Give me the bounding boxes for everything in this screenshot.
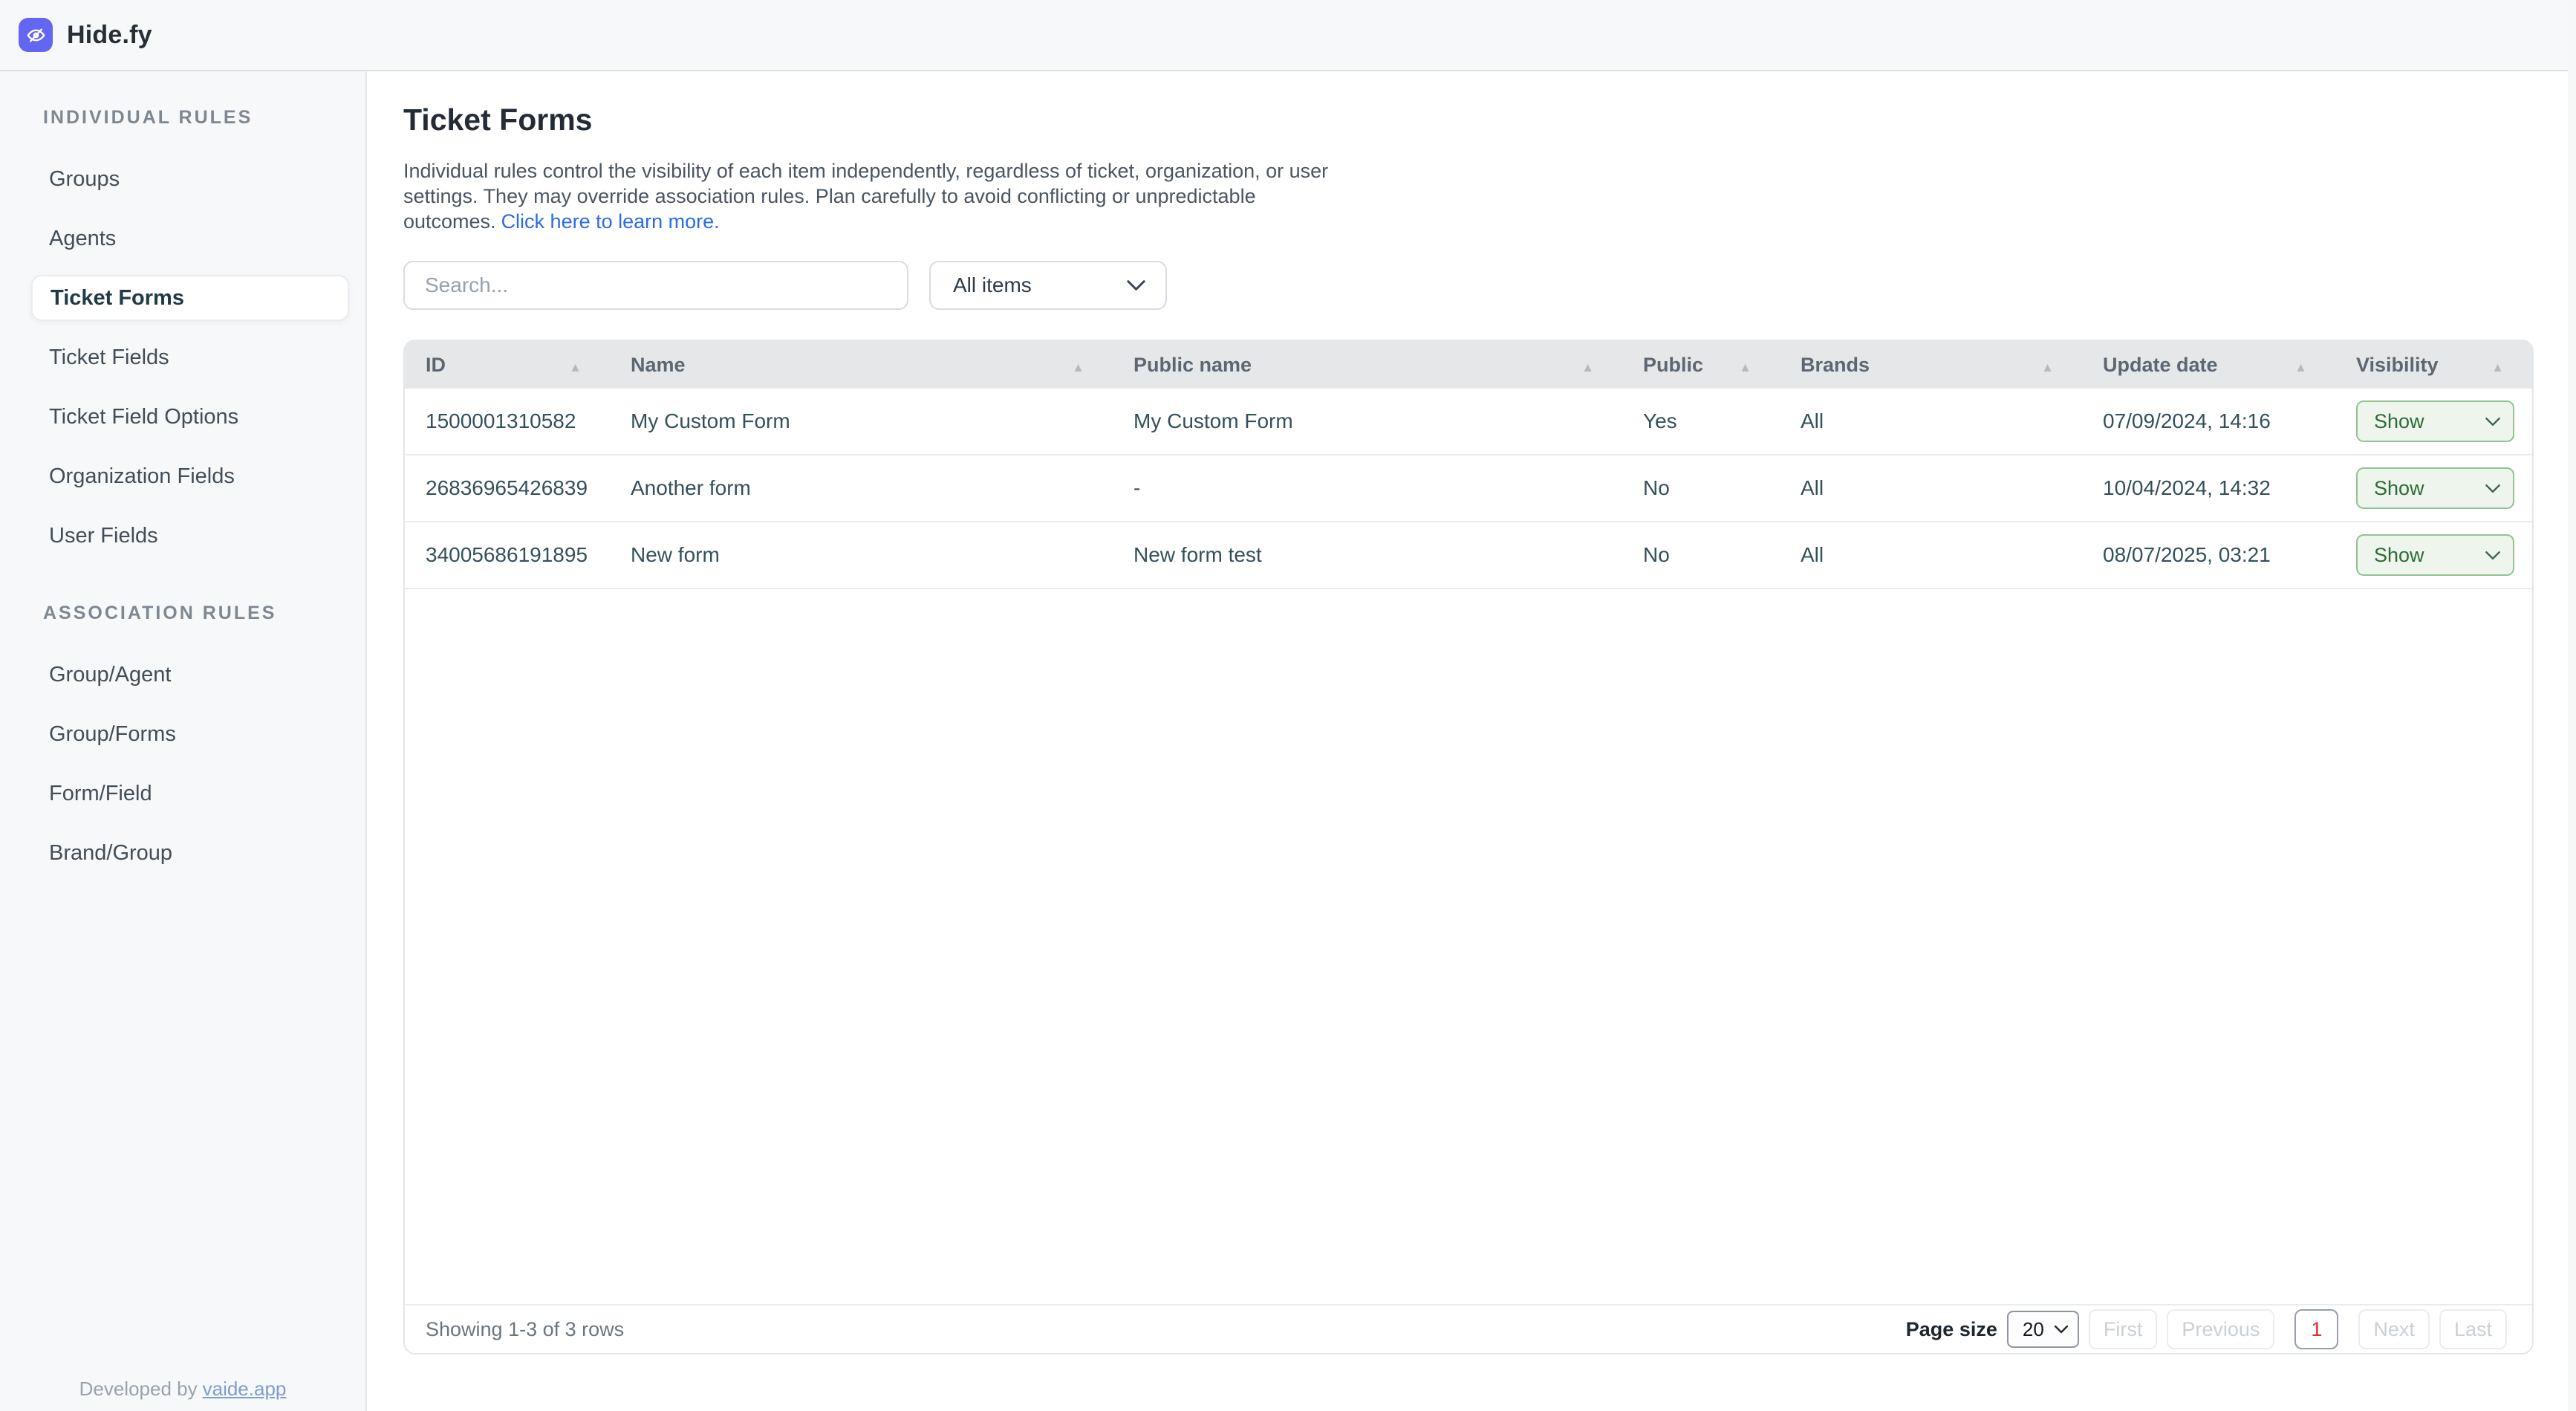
cell-name: Another form xyxy=(610,476,1113,500)
search-input[interactable] xyxy=(403,261,908,310)
cell-public: Yes xyxy=(1622,409,1780,433)
cell-public-name: My Custom Form xyxy=(1113,409,1622,433)
sidebar-item-agents[interactable]: Agents xyxy=(0,209,365,268)
column-header-id[interactable]: ID xyxy=(405,341,610,389)
table-header-row: ID Name Public name Public Brands Update… xyxy=(405,341,2532,389)
cell-id: 26836965426839 xyxy=(405,476,610,500)
cell-brands: All xyxy=(1780,409,2082,433)
section-title-individual-rules: INDIVIDUAL RULES xyxy=(43,107,365,129)
cell-brands: All xyxy=(1780,543,2082,567)
sort-asc-icon xyxy=(1072,354,1084,377)
column-header-visibility[interactable]: Visibility xyxy=(2335,341,2532,389)
eye-off-icon xyxy=(26,25,46,45)
table-controls: All items xyxy=(403,261,2534,310)
chevron-down-icon xyxy=(2485,484,2501,493)
visibility-select[interactable]: Show xyxy=(2356,534,2514,576)
column-header-public-name[interactable]: Public name xyxy=(1113,341,1622,389)
column-header-name[interactable]: Name xyxy=(610,341,1113,389)
column-header-update-date[interactable]: Update date xyxy=(2082,341,2335,389)
sort-asc-icon xyxy=(2041,354,2054,377)
ticket-forms-table: ID Name Public name Public Brands Update… xyxy=(403,340,2534,1355)
sort-asc-icon xyxy=(569,354,582,377)
cell-id: 34005686191895 xyxy=(405,543,610,567)
cell-public-name: New form test xyxy=(1113,543,1622,567)
rows-count-text: Showing 1-3 of 3 rows xyxy=(426,1318,624,1341)
column-header-public[interactable]: Public xyxy=(1622,341,1780,389)
table-empty-space xyxy=(405,589,2532,1304)
sidebar-item-user-fields[interactable]: User Fields xyxy=(0,506,365,565)
page-size-label: Page size xyxy=(1906,1318,1997,1341)
cell-id: 1500001310582 xyxy=(405,409,610,433)
section-title-association-rules: ASSOCIATION RULES xyxy=(43,603,365,624)
cell-public-name: - xyxy=(1113,476,1622,500)
sidebar-item-group-forms[interactable]: Group/Forms xyxy=(0,704,365,764)
app-title: Hide.fy xyxy=(67,21,152,50)
cell-public: No xyxy=(1622,476,1780,500)
items-filter-value: All items xyxy=(953,273,1032,297)
pagination: Page size 20 First Previous 1 Next Last xyxy=(1906,1309,2507,1349)
cell-update-date: 07/09/2024, 14:16 xyxy=(2082,409,2335,433)
visibility-select[interactable]: Show xyxy=(2356,400,2514,442)
table-row: 34005686191895 New form New form test No… xyxy=(405,522,2532,589)
table-footer: Showing 1-3 of 3 rows Page size 20 First… xyxy=(405,1304,2532,1353)
column-header-brands[interactable]: Brands xyxy=(1780,341,2082,389)
cell-visibility: Show xyxy=(2335,534,2532,576)
scrollbar-track[interactable] xyxy=(2568,0,2576,1411)
current-page-button[interactable]: 1 xyxy=(2294,1309,2338,1349)
vaide-app-link[interactable]: vaide.app xyxy=(203,1378,287,1400)
page-description: Individual rules control the visibility … xyxy=(403,158,2534,234)
chevron-down-icon xyxy=(2054,1325,2069,1334)
cell-brands: All xyxy=(1780,476,2082,500)
sidebar-item-brand-group[interactable]: Brand/Group xyxy=(0,823,365,883)
cell-visibility: Show xyxy=(2335,467,2532,509)
learn-more-link[interactable]: Click here to learn more. xyxy=(501,210,720,233)
sidebar-item-organization-fields[interactable]: Organization Fields xyxy=(0,447,365,506)
sidebar: INDIVIDUAL RULES Groups Agents Ticket Fo… xyxy=(0,71,367,1411)
table-row: 1500001310582 My Custom Form My Custom F… xyxy=(405,389,2532,455)
sidebar-footer: Developed byvaide.app xyxy=(0,1378,365,1401)
cell-update-date: 10/04/2024, 14:32 xyxy=(2082,476,2335,500)
sort-asc-icon xyxy=(2491,354,2504,377)
individual-rules-nav: Groups Agents Ticket Forms Ticket Fields… xyxy=(0,149,365,565)
last-page-button[interactable]: Last xyxy=(2439,1309,2507,1349)
chevron-down-icon xyxy=(2485,551,2501,560)
association-rules-nav: Group/Agent Group/Forms Form/Field Brand… xyxy=(0,645,365,883)
cell-visibility: Show xyxy=(2335,400,2532,442)
page-size-select[interactable]: 20 xyxy=(2007,1311,2079,1348)
cell-name: My Custom Form xyxy=(610,409,1113,433)
sidebar-item-form-field[interactable]: Form/Field xyxy=(0,764,365,823)
sidebar-item-group-agent[interactable]: Group/Agent xyxy=(0,645,365,704)
cell-update-date: 08/07/2025, 03:21 xyxy=(2082,543,2335,567)
app-window: Hide.fy INDIVIDUAL RULES Groups Agents T… xyxy=(0,0,2576,1411)
visibility-select[interactable]: Show xyxy=(2356,467,2514,509)
top-bar: Hide.fy xyxy=(0,0,2576,71)
description-line-2: settings. They may override association … xyxy=(403,184,2534,209)
sort-asc-icon xyxy=(2294,354,2307,377)
cell-name: New form xyxy=(610,543,1113,567)
next-page-button[interactable]: Next xyxy=(2358,1309,2430,1349)
developed-by-text: Developed by xyxy=(79,1378,198,1400)
sidebar-item-ticket-field-options[interactable]: Ticket Field Options xyxy=(0,387,365,447)
main-content: Ticket Forms Individual rules control th… xyxy=(367,71,2576,1411)
sort-asc-icon xyxy=(1581,354,1594,377)
first-page-button[interactable]: First xyxy=(2089,1309,2157,1349)
items-filter-select[interactable]: All items xyxy=(929,261,1167,310)
app-logo xyxy=(19,18,53,52)
table-body: 1500001310582 My Custom Form My Custom F… xyxy=(405,389,2532,589)
sidebar-item-groups[interactable]: Groups xyxy=(0,149,365,209)
previous-page-button[interactable]: Previous xyxy=(2167,1309,2274,1349)
description-line-3: outcomes.Click here to learn more. xyxy=(403,209,2534,234)
page-title: Ticket Forms xyxy=(403,103,2534,137)
table-row: 26836965426839 Another form - No All 10/… xyxy=(405,455,2532,522)
sort-asc-icon xyxy=(1739,354,1752,377)
cell-public: No xyxy=(1622,543,1780,567)
chevron-down-icon xyxy=(2485,417,2501,426)
chevron-down-icon xyxy=(1126,279,1146,291)
sidebar-item-ticket-forms[interactable]: Ticket Forms xyxy=(31,275,349,321)
description-line-1: Individual rules control the visibility … xyxy=(403,158,2534,184)
sidebar-item-ticket-fields[interactable]: Ticket Fields xyxy=(0,328,365,387)
